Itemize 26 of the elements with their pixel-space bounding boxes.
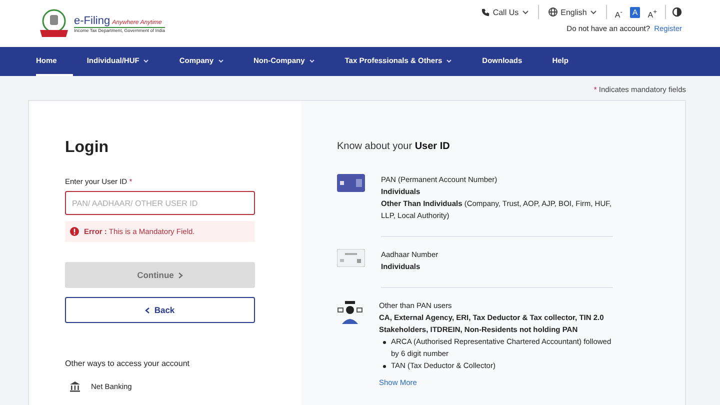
user-id-input-field[interactable]: PAN/ AADHAAR/ OTHER USER ID <box>65 191 255 215</box>
login-title: Login <box>65 139 110 157</box>
know-heading: Know about your User ID <box>337 141 451 152</box>
emblem-icon <box>38 8 70 40</box>
error-icon <box>70 227 79 236</box>
contrast-icon[interactable] <box>672 7 682 17</box>
bank-icon <box>69 381 81 392</box>
logo-title: e-Filing <box>74 14 110 26</box>
globe-icon <box>548 7 558 17</box>
phone-icon <box>480 8 490 16</box>
font-size-button[interactable]: A$^{-}$ <box>612 6 624 18</box>
caret-icon <box>590 10 597 14</box>
bullet-icon <box>383 365 386 368</box>
back-button[interactable]: Back <box>65 297 255 323</box>
bullet-icon <box>383 341 386 344</box>
call-us-button[interactable]: Call Us <box>478 8 532 16</box>
other-ways-heading: Other ways to access your account <box>65 359 190 368</box>
language-dropdown[interactable]: English <box>544 7 600 17</box>
font-size-button[interactable]: A$^{+}$ <box>646 6 659 18</box>
user-group-icon <box>337 300 363 326</box>
card-icon <box>337 174 365 192</box>
caret-icon <box>522 10 529 14</box>
id-card-icon <box>337 249 365 267</box>
chevron-left-icon <box>145 306 150 314</box>
font-size-button[interactable]: A <box>630 6 640 18</box>
chevron-right-icon <box>178 272 183 278</box>
